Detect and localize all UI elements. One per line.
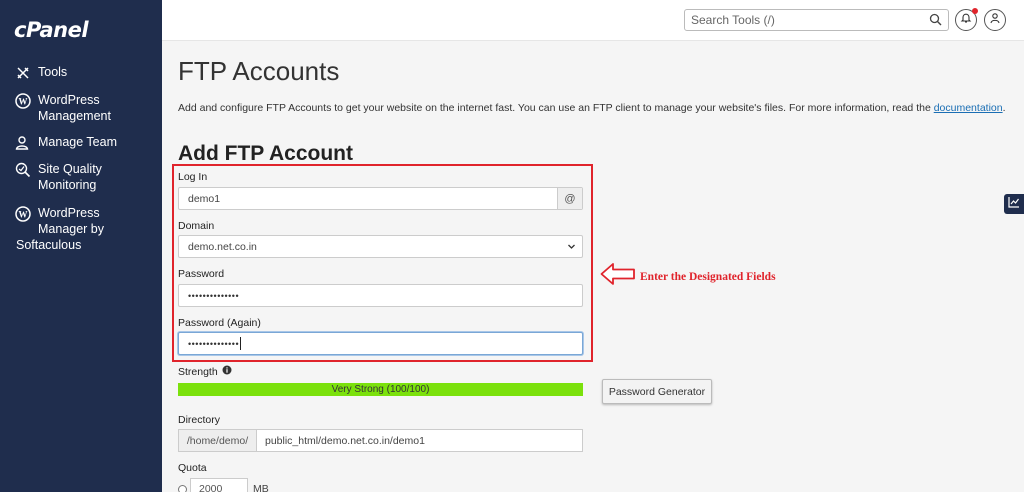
directory-input[interactable]: public_html/demo.net.co.in/demo1 xyxy=(256,429,583,452)
password-input[interactable]: •••••••••••••• xyxy=(178,284,583,307)
login-input[interactable]: demo1 @ xyxy=(178,187,583,210)
search-input[interactable] xyxy=(685,10,915,30)
info-icon[interactable] xyxy=(222,365,232,378)
svg-text:W: W xyxy=(19,210,28,220)
page-description: Add and configure FTP Accounts to get yo… xyxy=(178,102,1006,114)
chevron-down-icon xyxy=(567,242,576,254)
stats-side-tab[interactable] xyxy=(1004,194,1024,214)
page-title: FTP Accounts xyxy=(178,56,340,86)
quota-radio[interactable] xyxy=(178,484,187,492)
top-bar xyxy=(162,0,1024,41)
sidebar-item-manage-team[interactable]: Manage Team xyxy=(14,134,117,152)
sidebar-item-label: Site Quality Monitoring xyxy=(38,162,102,192)
notification-badge xyxy=(972,8,978,14)
user-menu-button[interactable] xyxy=(984,9,1006,31)
tools-icon xyxy=(14,64,32,82)
search-icon[interactable] xyxy=(929,13,942,31)
sidebar-item-wordpress-manager[interactable]: W WordPress Manager by xyxy=(14,205,104,237)
annotation-callout: Enter the Designated Fields xyxy=(600,262,776,291)
password-label: Password xyxy=(178,268,225,280)
documentation-link[interactable]: documentation xyxy=(934,102,1003,114)
domain-select[interactable]: demo.net.co.in xyxy=(178,235,583,258)
section-title: Add FTP Account xyxy=(178,142,353,165)
quota-row: 2000 MB xyxy=(178,478,269,492)
password-generator-button[interactable]: Password Generator xyxy=(602,379,712,404)
team-icon xyxy=(14,134,32,152)
at-addon: @ xyxy=(557,188,582,209)
sidebar-item-label: Manage Team xyxy=(38,135,117,149)
wordpress-icon: W xyxy=(14,205,32,223)
arrow-left-icon xyxy=(600,262,636,291)
sidebar-item-wordpress-management[interactable]: W WordPress Management xyxy=(14,92,111,124)
quota-unit: MB xyxy=(253,483,269,492)
cpanel-logo[interactable]: cPanel xyxy=(14,18,89,42)
sidebar: cPanel Tools W WordPress Management Mana… xyxy=(0,0,162,492)
login-label: Log In xyxy=(178,171,208,183)
annotation-text: Enter the Designated Fields xyxy=(640,270,776,283)
text-cursor xyxy=(240,337,242,350)
password-again-input[interactable]: •••••••••••••• xyxy=(178,332,583,355)
sidebar-item-label: WordPress Manager by xyxy=(38,206,105,236)
svg-text:W: W xyxy=(19,97,28,107)
quota-label: Quota xyxy=(178,462,207,474)
strength-text: Very Strong (100/100) xyxy=(331,384,430,395)
sidebar-item-label-softaculous: Softaculous xyxy=(16,238,82,252)
strength-label-row: Strength xyxy=(178,365,232,378)
password-again-label: Password (Again) xyxy=(178,317,261,329)
search-box xyxy=(684,9,949,31)
directory-prefix: /home/demo/ xyxy=(178,429,257,452)
quota-input[interactable]: 2000 xyxy=(190,478,248,492)
bell-icon xyxy=(960,11,972,29)
user-icon xyxy=(989,11,1001,29)
notifications-button[interactable] xyxy=(955,8,978,31)
chart-icon xyxy=(1008,195,1020,213)
wordpress-icon: W xyxy=(14,92,32,110)
sidebar-item-tools[interactable]: Tools xyxy=(14,64,67,82)
site-quality-icon xyxy=(14,161,32,179)
sidebar-item-site-quality[interactable]: Site Quality Monitoring xyxy=(14,161,102,193)
domain-label: Domain xyxy=(178,220,215,232)
strength-meter: Very Strong (100/100) xyxy=(178,383,583,396)
sidebar-item-label: Tools xyxy=(38,65,68,79)
directory-label: Directory xyxy=(178,414,221,426)
sidebar-item-label: WordPress Management xyxy=(38,93,111,123)
